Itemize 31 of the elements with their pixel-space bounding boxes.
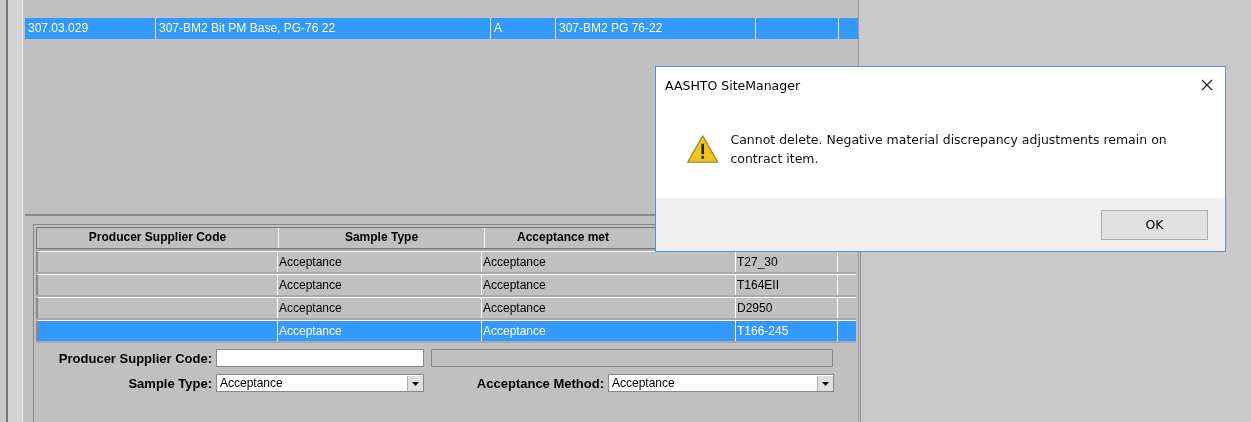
table-cell: D2950 bbox=[737, 301, 773, 315]
table-cell: T27_30 bbox=[737, 255, 778, 269]
field-label: Sample Type: bbox=[127, 375, 213, 391]
producer-supplier-code-field[interactable] bbox=[216, 349, 424, 367]
close-icon[interactable] bbox=[1201, 79, 1213, 91]
grid-row[interactable]: Acceptance Acceptance T27_30 bbox=[36, 251, 856, 272]
table-cell: Acceptance bbox=[279, 324, 342, 338]
field-label: Acceptance Method: bbox=[475, 375, 605, 391]
table-cell: A bbox=[494, 21, 502, 35]
dialog-message: Cannot delete. Negative material discrepancy adjustments remain on contract item. bbox=[730, 130, 1168, 168]
table-cell: Acceptance bbox=[279, 301, 342, 315]
table-cell: 307-BM2 PG 76-22 bbox=[559, 21, 663, 35]
table-cell: Acceptance bbox=[483, 255, 546, 269]
table-cell: 307.03.029 bbox=[28, 21, 89, 35]
sample-type-dropdown[interactable]: Acceptance bbox=[216, 374, 424, 392]
table-cell: Acceptance bbox=[483, 301, 546, 315]
ok-button[interactable]: OK bbox=[1101, 209, 1208, 240]
table-cell: 307-BM2 Bit PM Base, PG-76 22 bbox=[159, 21, 336, 35]
acceptance-method-dropdown[interactable]: Acceptance bbox=[608, 374, 834, 392]
grid-row[interactable]: Acceptance Acceptance D2950 bbox=[36, 297, 856, 318]
column-header[interactable]: Sample Type bbox=[279, 228, 485, 248]
grid-row[interactable]: Acceptance Acceptance T164EII bbox=[36, 274, 856, 295]
table-cell: Acceptance bbox=[483, 278, 546, 292]
table-cell: Acceptance bbox=[483, 324, 546, 338]
column-header[interactable]: Producer Supplier Code bbox=[37, 228, 279, 248]
table-cell: T166-245 bbox=[737, 324, 789, 338]
table-cell: T164EII bbox=[737, 278, 780, 292]
table-cell: Acceptance bbox=[279, 255, 342, 269]
field-label: Producer Supplier Code: bbox=[57, 350, 213, 366]
dialog-title: AASHTO SiteManager bbox=[665, 77, 801, 93]
table-cell: Acceptance bbox=[279, 278, 342, 292]
